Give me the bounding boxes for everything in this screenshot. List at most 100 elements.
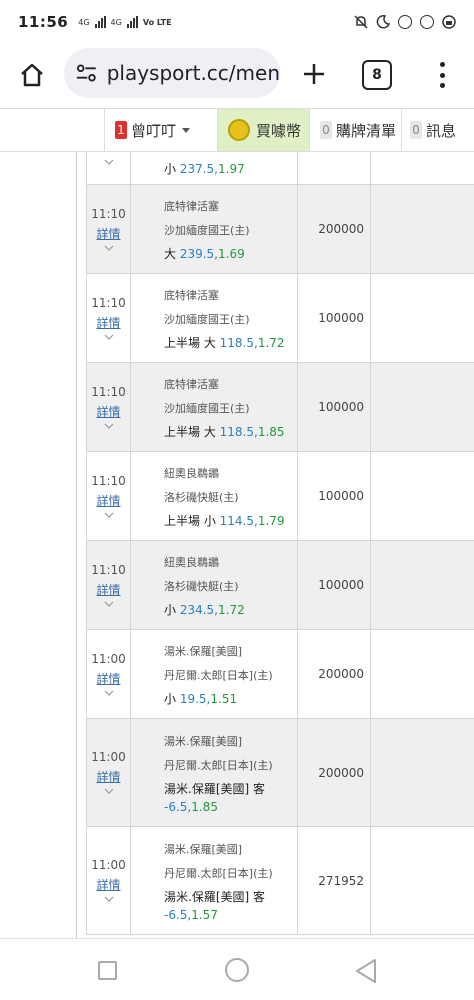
detail-link[interactable]: 詳情 <box>87 403 130 420</box>
pick-odds: 1.51 <box>210 692 238 706</box>
back-button[interactable] <box>354 958 378 984</box>
pick-line: 234.5, <box>179 603 218 617</box>
alarm-icon <box>420 15 434 29</box>
game-cell: 紐奧良鵜鶘洛杉磯快艇(主) 小 234.5,1.72 <box>130 540 298 630</box>
tab-switcher-button[interactable]: 8 <box>362 60 392 90</box>
buy-coins-label: 買噱幣 <box>256 121 302 140</box>
home-team: 沙加緬度國王(主) <box>164 313 250 326</box>
time-cell: 11:10 詳情 <box>86 273 131 363</box>
user-name: 曾叮叮 <box>131 121 177 140</box>
extra-cell <box>370 362 474 452</box>
pick: 上半場 小 114.5,1.79 <box>164 512 297 530</box>
chevron-down-icon[interactable] <box>104 333 114 341</box>
signal-icon <box>94 16 106 28</box>
chevron-down-icon[interactable] <box>104 895 114 903</box>
battery-icon <box>442 15 456 29</box>
page-content[interactable]: 小 237.5,1.97 11:10 詳情 底特律活塞 沙加緬度國王(主) 大 239.5… <box>0 152 474 938</box>
network-label-2: 4G <box>110 17 122 27</box>
detail-link[interactable]: 詳情 <box>87 876 130 893</box>
home-team: 洛杉磯快艇(主) <box>164 580 239 593</box>
home-team: 丹尼爾.太郎[日本](主) <box>164 866 273 880</box>
pick-line: 237.5, <box>179 161 218 176</box>
pick-prefix: 小 <box>164 603 180 617</box>
messages-link[interactable]: 0 訊息 <box>401 109 474 151</box>
time-cell: 11:10 詳情 <box>86 540 131 630</box>
amount-cell: 200000 <box>297 629 371 719</box>
detail-link[interactable]: 詳情 <box>87 314 130 331</box>
buy-coins-button[interactable]: 買噱幣 <box>217 109 309 151</box>
table-row: 11:10 詳情 底特律活塞 沙加緬度國王(主) 上半場 大 118.5,1.85 100… <box>86 362 474 452</box>
chevron-down-icon[interactable] <box>104 244 114 252</box>
game-time: 11:10 <box>91 384 126 399</box>
home-system-button[interactable] <box>225 958 249 982</box>
home-icon <box>21 63 43 87</box>
pick-odds: 1.57 <box>191 907 218 922</box>
user-menu[interactable]: 1 曾叮叮 <box>104 109 218 151</box>
home-team: 丹尼爾.太郎[日本](主) <box>164 669 273 682</box>
home-button[interactable] <box>0 44 64 106</box>
signal-icon <box>126 16 138 28</box>
chevron-down-icon[interactable] <box>104 511 114 519</box>
detail-link[interactable]: 詳情 <box>87 768 130 785</box>
away-team: 紐奧良鵜鶘 <box>164 556 219 569</box>
extra-cell <box>370 451 474 541</box>
game-cell: 底特律活塞 沙加緬度國王(主) 大 239.5,1.69 <box>130 184 298 274</box>
pick-odds: 1.85 <box>191 799 218 814</box>
overflow-menu-button[interactable] <box>430 58 454 92</box>
amount-cell: 100000 <box>297 273 371 363</box>
pick-prefix: 湯米.保羅[美國] 客 <box>164 889 265 904</box>
pick-prefix: 湯米.保羅[美國] 客 <box>164 781 265 796</box>
new-tab-button[interactable] <box>296 54 332 94</box>
extra-cell <box>370 184 474 274</box>
extra-cell <box>370 152 474 185</box>
extra-cell <box>370 629 474 719</box>
away-team: 湯米.保羅[美國] <box>164 734 243 748</box>
away-team: 湯米.保羅[美國] <box>164 645 243 658</box>
pick: 湯米.保羅[美國] 客 -6.5,1.85 <box>164 780 297 816</box>
cart-link[interactable]: 0 購牌清單 <box>309 109 401 151</box>
away-team: 底特律活塞 <box>164 289 219 302</box>
pick-line: 239.5, <box>179 247 218 261</box>
pick-prefix: 上半場 小 <box>164 514 220 528</box>
chevron-down-icon[interactable] <box>104 689 114 697</box>
network-label-1: 4G <box>78 17 90 27</box>
time-cell: 11:00 詳情 <box>86 718 131 827</box>
detail-link[interactable]: 詳情 <box>87 492 130 509</box>
detail-link[interactable]: 詳情 <box>87 670 130 687</box>
detail-link[interactable]: 詳情 <box>87 581 130 598</box>
chevron-down-icon[interactable] <box>104 158 114 166</box>
address-bar[interactable]: playsport.cc/men <box>64 48 280 98</box>
messages-badge: 0 <box>410 121 422 139</box>
home-team: 沙加緬度國王(主) <box>164 224 250 237</box>
amount-cell: 100000 <box>297 540 371 630</box>
status-icons <box>354 15 456 29</box>
pick-prefix: 小 <box>164 161 180 176</box>
chevron-down-icon[interactable] <box>104 422 114 430</box>
pick-line: -6.5, <box>164 799 192 814</box>
coin-icon <box>228 119 250 141</box>
amount-cell: 200000 <box>297 184 371 274</box>
extra-cell <box>370 540 474 630</box>
time-cell: 11:10 詳情 <box>86 184 131 274</box>
pick-prefix: 上半場 大 <box>164 336 220 350</box>
chevron-down-icon[interactable] <box>104 787 114 795</box>
volte-label: Vo LTE <box>142 17 172 27</box>
game-cell: 紐奧良鵜鶘 洛杉磯快艇(主) 上半場 小 114.5,1.79 <box>130 451 298 541</box>
pick-prefix: 小 <box>164 692 180 706</box>
game-time: 11:00 <box>91 750 126 764</box>
home-team: 丹尼爾.太郎[日本](主) <box>164 758 273 772</box>
chevron-down-icon[interactable] <box>104 600 114 608</box>
recents-button[interactable] <box>98 961 117 980</box>
detail-link[interactable]: 詳情 <box>87 225 130 242</box>
pick-odds: 1.72 <box>218 603 245 617</box>
bet-table: 小 237.5,1.97 11:10 詳情 底特律活塞 沙加緬度國王(主) 大 239.5… <box>86 152 474 935</box>
time-cell <box>86 152 131 185</box>
pick-odds: 1.97 <box>218 161 245 176</box>
cart-badge: 0 <box>320 121 332 139</box>
time-cell: 11:00 詳情 <box>86 826 131 935</box>
pick-line: 118.5, <box>219 336 258 350</box>
pick-odds: 1.72 <box>257 336 285 350</box>
moon-icon <box>376 15 390 29</box>
user-badge: 1 <box>115 121 127 139</box>
table-row: 11:10 詳情 紐奧良鵜鶘洛杉磯快艇(主) 小 234.5,1.72 100000 <box>86 540 474 630</box>
